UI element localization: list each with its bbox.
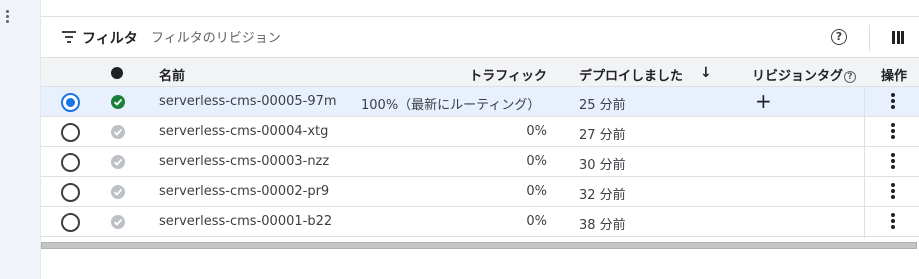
row-actions-menu-icon[interactable]: [889, 123, 897, 143]
table-row[interactable]: serverless-cms-00004-xtg 0% 27 分前: [41, 117, 919, 147]
row-radio[interactable]: [61, 123, 80, 142]
row-actions-menu-icon[interactable]: [889, 93, 897, 113]
filter-input[interactable]: [151, 28, 671, 48]
horizontal-scrollbar[interactable]: [41, 242, 917, 249]
revision-tags-label: リビジョンタグ: [752, 69, 844, 84]
row-radio-selected[interactable]: [61, 93, 80, 112]
inactive-check-icon: [111, 125, 125, 139]
revisions-panel: フィルタ ? 名前 トラフィック デプロイしました ↓ リビジョンタグ? 操作 …: [41, 16, 919, 238]
revision-traffic: 0%: [526, 154, 547, 169]
column-display-icon[interactable]: [892, 31, 904, 44]
revision-traffic: 0%: [526, 214, 547, 229]
column-header-traffic[interactable]: トラフィック: [469, 65, 547, 84]
revision-name[interactable]: serverless-cms-00001-b22: [159, 214, 332, 229]
more-vert-icon[interactable]: [4, 10, 12, 26]
status-column-icon: [111, 67, 123, 79]
revision-name[interactable]: serverless-cms-00002-pr9: [159, 184, 329, 199]
revision-deployed: 30 分前: [579, 158, 626, 173]
revision-traffic: 100%（最新にルーティング）: [361, 98, 541, 113]
filter-label: フィルタ: [82, 31, 138, 47]
filter-toolbar: フィルタ ?: [41, 17, 919, 58]
left-rail: [0, 0, 41, 279]
column-header-name[interactable]: 名前: [159, 65, 185, 84]
help-icon[interactable]: ?: [831, 29, 847, 45]
actions-column-divider: [864, 88, 865, 238]
revision-tags-help-icon[interactable]: ?: [844, 71, 857, 83]
row-radio[interactable]: [61, 153, 80, 172]
row-actions-menu-icon[interactable]: [889, 153, 897, 173]
row-actions-menu-icon[interactable]: [889, 183, 897, 203]
ready-check-icon: [111, 95, 125, 109]
filter-icon: [62, 31, 76, 43]
table-row[interactable]: serverless-cms-00002-pr9 0% 32 分前: [41, 177, 919, 207]
inactive-check-icon: [111, 215, 125, 229]
inactive-check-icon: [111, 155, 125, 169]
revision-name[interactable]: serverless-cms-00004-xtg: [159, 124, 328, 139]
add-tag-icon[interactable]: +: [755, 90, 772, 112]
row-actions-menu-icon[interactable]: [889, 213, 897, 233]
sort-descending-icon[interactable]: ↓: [700, 65, 712, 81]
revision-deployed: 25 分前: [579, 98, 626, 113]
column-header-actions: 操作: [881, 69, 908, 84]
table-row[interactable]: serverless-cms-00001-b22 0% 38 分前: [41, 207, 919, 237]
revision-deployed: 38 分前: [579, 218, 626, 233]
table-row[interactable]: serverless-cms-00005-97m 100%（最新にルーティング）…: [41, 87, 919, 117]
row-radio[interactable]: [61, 183, 80, 202]
revision-traffic: 0%: [526, 184, 547, 199]
inactive-check-icon: [111, 185, 125, 199]
revision-traffic: 0%: [526, 124, 547, 139]
revision-deployed: 27 分前: [579, 128, 626, 143]
table-body: serverless-cms-00005-97m 100%（最新にルーティング）…: [41, 87, 919, 237]
revision-name[interactable]: serverless-cms-00003-nzz: [159, 154, 329, 169]
column-header-revision-tags[interactable]: リビジョンタグ?: [752, 65, 857, 84]
toolbar-divider: [869, 25, 870, 51]
table-header: 名前 トラフィック デプロイしました ↓ リビジョンタグ? 操作: [41, 58, 919, 87]
column-header-deployed[interactable]: デプロイしました: [579, 65, 683, 84]
row-radio[interactable]: [61, 213, 80, 232]
revision-name[interactable]: serverless-cms-00005-97m: [159, 94, 337, 109]
revision-deployed: 32 分前: [579, 188, 626, 203]
table-row[interactable]: serverless-cms-00003-nzz 0% 30 分前: [41, 147, 919, 177]
